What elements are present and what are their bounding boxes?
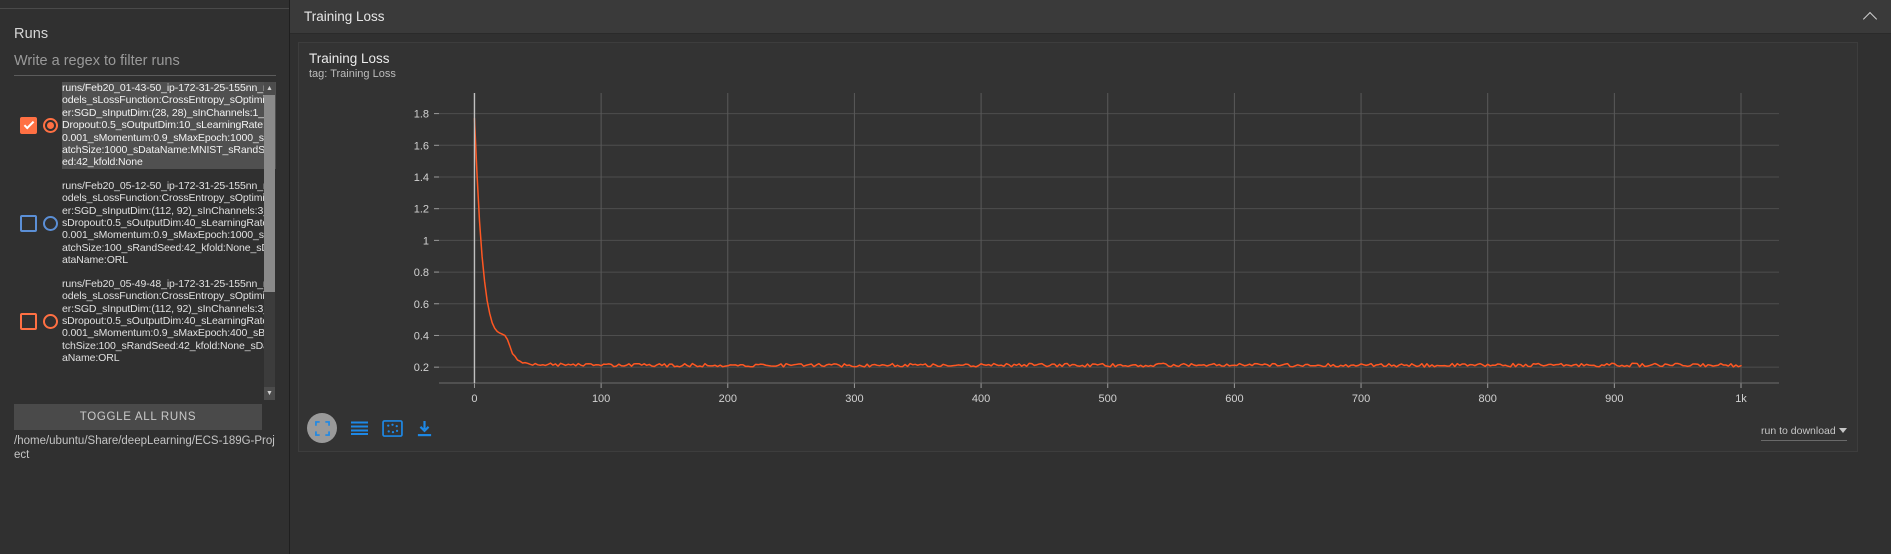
- x-tick-label: 400: [972, 393, 990, 405]
- runs-scrollbar[interactable]: ▲ ▼: [264, 82, 275, 400]
- x-tick-label: 900: [1605, 393, 1623, 405]
- card-header-title: Training Loss: [304, 9, 385, 24]
- x-tick-label: 1k: [1735, 393, 1747, 405]
- download-icon[interactable]: [416, 420, 433, 437]
- run-visibility-checkbox[interactable]: [20, 214, 37, 232]
- y-tick-label: 1.2: [414, 204, 429, 216]
- main-panel: Training Loss Training Loss tag: Trainin…: [290, 0, 1891, 554]
- y-tick-label: 0.2: [414, 362, 429, 374]
- scroll-down-arrow-icon[interactable]: ▼: [264, 387, 275, 400]
- scrollbar-thumb[interactable]: [264, 95, 275, 292]
- training-loss-card-header[interactable]: Training Loss: [290, 0, 1891, 34]
- y-tick-label: 0.8: [414, 267, 429, 279]
- run-controls: [14, 312, 62, 330]
- x-tick-label: 800: [1479, 393, 1497, 405]
- x-tick-label: 500: [1099, 393, 1117, 405]
- scroll-up-arrow-icon[interactable]: ▲: [264, 82, 275, 95]
- run-spacer: [14, 268, 276, 278]
- run-controls: [14, 116, 62, 134]
- data-selection-icon[interactable]: [382, 419, 403, 437]
- run-label: runs/Feb20_05-12-50_ip-172-31-25-155nn_m…: [62, 179, 272, 267]
- runs-heading: Runs: [14, 26, 49, 42]
- y-tick-label: 1: [423, 235, 429, 247]
- run-to-download-label: run to download: [1761, 424, 1836, 437]
- x-tick-label: 600: [1225, 393, 1243, 405]
- y-tick-label: 0.6: [414, 299, 429, 311]
- fit-domain-icon[interactable]: [307, 413, 337, 443]
- run-spacer: [14, 170, 276, 180]
- horizontal-lines-icon[interactable]: [350, 420, 369, 436]
- run-controls: [14, 214, 62, 232]
- run-visibility-checkbox[interactable]: [20, 312, 37, 330]
- runs-list[interactable]: runs/Feb20_01-43-50_ip-172-31-25-155nn_m…: [14, 82, 276, 400]
- run-filter-wrap: [14, 52, 276, 76]
- radio-dot-icon: [47, 121, 54, 129]
- chart-tag: tag: Training Loss: [309, 68, 396, 80]
- y-tick-label: 1.4: [414, 172, 429, 184]
- run-list-item[interactable]: runs/Feb20_05-12-50_ip-172-31-25-155nn_m…: [14, 180, 276, 267]
- chevron-up-icon[interactable]: [1864, 10, 1877, 23]
- run-filter-input[interactable]: [14, 53, 276, 76]
- runs-sidebar: Runs runs/Feb20_01-43-50_ip-172-31-25-15…: [0, 0, 290, 554]
- run-list-item[interactable]: runs/Feb20_01-43-50_ip-172-31-25-155nn_m…: [14, 82, 276, 169]
- chart-title: Training Loss: [309, 51, 390, 66]
- run-label: runs/Feb20_05-49-48_ip-172-31-25-155nn_m…: [62, 277, 272, 365]
- y-tick-label: 1.8: [414, 109, 429, 121]
- sidebar-divider: [0, 8, 289, 9]
- x-tick-label: 700: [1352, 393, 1370, 405]
- x-tick-label: 300: [845, 393, 863, 405]
- run-visibility-checkbox[interactable]: [20, 116, 37, 134]
- y-tick-label: 0.4: [414, 330, 429, 342]
- check-icon: [23, 118, 34, 130]
- training-loss-plot[interactable]: 1.8 1.6 1.4 1.2 1 0.8 0.6 0.4 0.2 0 100 200 300 400 50…: [299, 83, 1859, 413]
- run-select-radio[interactable]: [43, 117, 58, 133]
- x-tick-label: 100: [592, 393, 610, 405]
- run-list-item[interactable]: runs/Feb20_05-49-48_ip-172-31-25-155nn_m…: [14, 278, 276, 365]
- training-loss-chart-card: Training Loss tag: Training Loss 1.8 1.6 1…: [298, 42, 1858, 452]
- toggle-all-runs-button[interactable]: TOGGLE ALL RUNS: [14, 404, 262, 430]
- run-select-radio[interactable]: [43, 313, 58, 329]
- log-directory-path: /home/ubuntu/Share/deepLearning/ECS-189G…: [14, 435, 275, 461]
- run-select-radio[interactable]: [43, 215, 58, 231]
- run-to-download-select[interactable]: run to download: [1761, 421, 1847, 441]
- chevron-down-icon: [1839, 428, 1847, 433]
- y-tick-label: 1.6: [414, 140, 429, 152]
- x-tick-label: 200: [719, 393, 737, 405]
- tensorboard-app: Runs runs/Feb20_01-43-50_ip-172-31-25-15…: [0, 0, 1891, 554]
- chart-toolbar: [307, 413, 433, 443]
- x-tick-label: 0: [471, 393, 477, 405]
- run-label: runs/Feb20_01-43-50_ip-172-31-25-155nn_m…: [62, 82, 276, 169]
